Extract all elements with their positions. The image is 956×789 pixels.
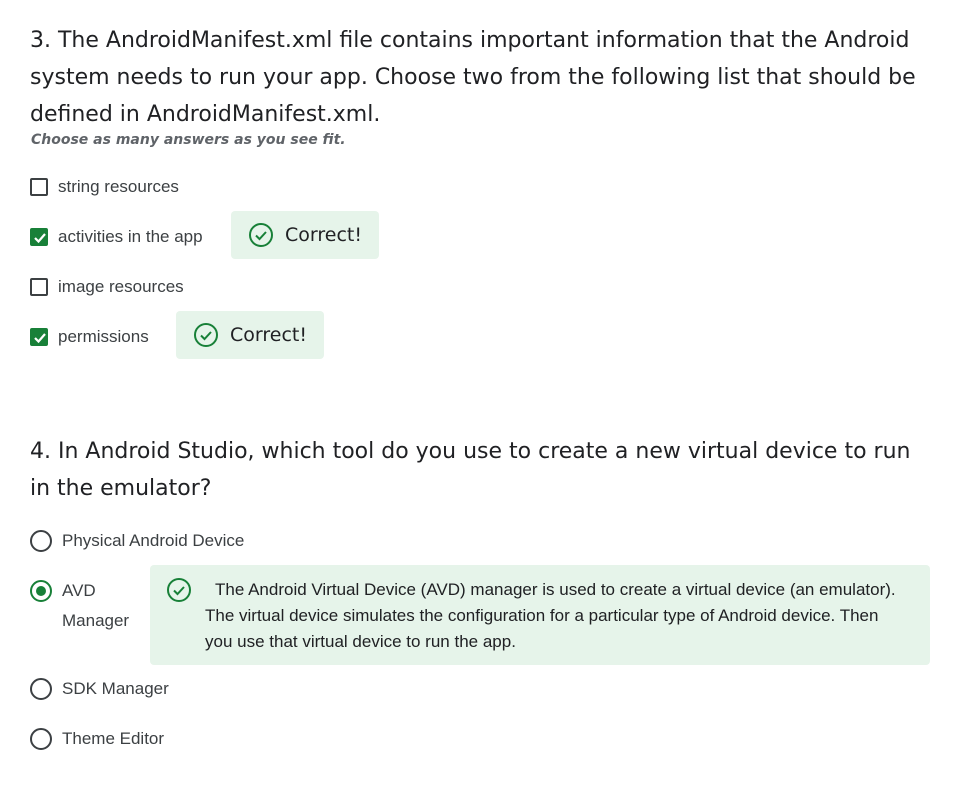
checkmark-icon: [34, 233, 46, 244]
feedback-text: Correct!: [230, 324, 307, 346]
question-3-hint: Choose as many answers as you see fit.: [31, 132, 346, 148]
option-label: SDK Manager: [62, 679, 169, 698]
radio-button[interactable]: [30, 530, 52, 552]
checkbox-checked[interactable]: [30, 328, 48, 346]
q4-option-theme-editor[interactable]: Theme Editor: [30, 727, 164, 751]
option-label: permissions: [58, 327, 149, 346]
correct-feedback-badge: Correct!: [176, 311, 324, 359]
question-4-text: 4. In Android Studio, which tool do you …: [30, 439, 911, 501]
checkbox-checked[interactable]: [30, 228, 48, 246]
option-label: Theme Editor: [62, 729, 165, 748]
q4-option-physical-device[interactable]: Physical Android Device: [30, 529, 244, 553]
checkmark-icon: [34, 333, 46, 344]
check-circle-icon: [167, 578, 191, 602]
checkbox-unchecked[interactable]: [30, 178, 48, 196]
explanation-text: The Android Virtual Device (AVD) manager…: [205, 580, 896, 651]
q3-option-permissions[interactable]: permissions: [30, 325, 149, 349]
q4-option-sdk-manager[interactable]: SDK Manager: [30, 677, 169, 701]
option-label: Physical Android Device: [62, 531, 245, 550]
radio-button[interactable]: [30, 728, 52, 750]
q4-option-avd-manager[interactable]: [30, 579, 52, 603]
feedback-text: Correct!: [285, 224, 362, 246]
option-label: string resources: [58, 177, 179, 196]
q3-option-image-resources[interactable]: image resources: [30, 275, 184, 299]
q3-option-string-resources[interactable]: string resources: [30, 175, 179, 199]
correct-feedback-badge: Correct!: [231, 211, 379, 259]
radio-button[interactable]: [30, 678, 52, 700]
question-3-text: 3. The AndroidManifest.xml file contains…: [30, 28, 916, 127]
option-label: image resources: [58, 277, 184, 296]
option-label: activities in the app: [58, 227, 203, 246]
checkbox-unchecked[interactable]: [30, 278, 48, 296]
check-circle-icon: [249, 223, 273, 247]
option-label: AVD Manager: [62, 581, 130, 630]
radio-button-selected[interactable]: [30, 580, 52, 602]
q3-option-activities[interactable]: activities in the app: [30, 225, 203, 249]
explanation-feedback: The Android Virtual Device (AVD) manager…: [150, 565, 930, 665]
check-circle-icon: [194, 323, 218, 347]
